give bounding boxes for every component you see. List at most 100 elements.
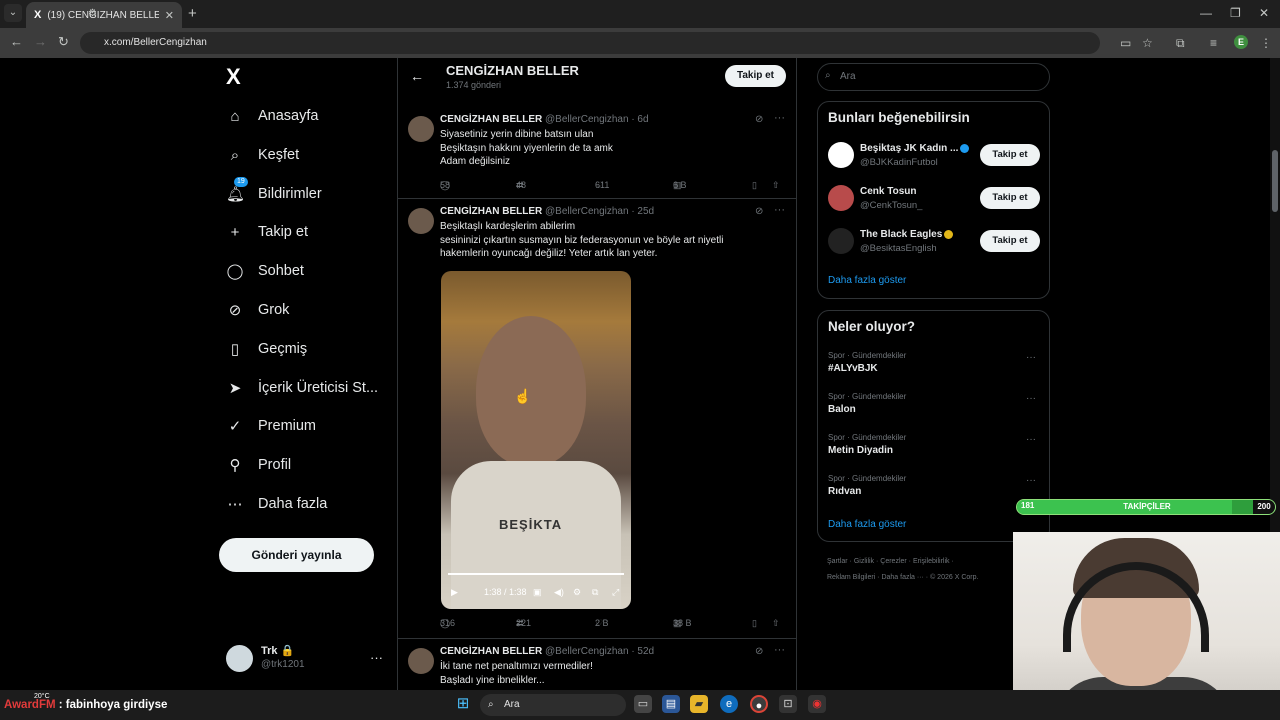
- account-more-icon[interactable]: ···: [370, 650, 383, 665]
- footer-line[interactable]: Reklam Bilgileri · Daha fazla ··· · © 20…: [827, 570, 1007, 586]
- x-logo-icon[interactable]: X: [226, 64, 241, 90]
- avatar[interactable]: [828, 142, 854, 168]
- trend-name[interactable]: Rıdvan: [828, 486, 861, 497]
- bookmark-icon[interactable]: ▯: [752, 618, 757, 629]
- tweet-more-icon[interactable]: ···: [774, 204, 785, 216]
- grok-icon[interactable]: ⊘: [755, 206, 763, 217]
- teams-icon[interactable]: ▤: [662, 695, 680, 713]
- close-tab-icon[interactable]: ✕: [165, 9, 174, 22]
- nav-item[interactable]: ⋯ Daha fazla: [226, 491, 328, 517]
- nav-item[interactable]: ⌕ Keşfet: [226, 142, 299, 168]
- tweet[interactable]: CENGİZHAN BELLER @BellerCengizhan · 25d …: [398, 200, 796, 639]
- back-icon[interactable]: ←: [10, 34, 23, 49]
- cast-icon[interactable]: ▭: [1120, 36, 1131, 50]
- fullscreen-icon[interactable]: ⤢: [612, 587, 619, 598]
- nav-item[interactable]: ◯ Sohbet: [226, 258, 304, 284]
- nav-item[interactable]: ➤ İçerik Üreticisi St...: [226, 375, 378, 401]
- avatar: [226, 645, 253, 672]
- chrome-icon[interactable]: ●: [750, 695, 768, 713]
- taskbar-search[interactable]: Ara: [480, 694, 626, 716]
- avatar[interactable]: [408, 648, 434, 674]
- account-switcher[interactable]: Trk 🔒 @trk1201 ···: [226, 644, 386, 674]
- windows-start-icon[interactable]: ⊞: [454, 695, 472, 713]
- trend-name[interactable]: Balon: [828, 404, 856, 415]
- reading-list-icon[interactable]: ≡: [1210, 36, 1217, 50]
- nav-item[interactable]: ⊘ Grok: [226, 297, 290, 323]
- store-icon[interactable]: ⊡: [779, 695, 797, 713]
- video-progress-bar[interactable]: [448, 573, 624, 575]
- show-more-link[interactable]: Daha fazla göster: [828, 275, 906, 286]
- volume-icon[interactable]: ◀): [554, 587, 564, 598]
- nav-item[interactable]: 🔔︎ 19 Bildirimler: [226, 177, 322, 207]
- site-info-icon[interactable]: ⚙: [88, 8, 97, 19]
- nav-item[interactable]: ⚲ Profil: [226, 452, 292, 478]
- avatar[interactable]: [408, 208, 434, 234]
- trend-more-icon[interactable]: ···: [1026, 434, 1036, 445]
- reload-icon[interactable]: ↻: [58, 34, 69, 50]
- new-tab-button[interactable]: +: [188, 5, 197, 22]
- close-window-icon[interactable]: ✕: [1259, 6, 1269, 20]
- follow-button[interactable]: Takip et: [980, 144, 1040, 166]
- nav-item[interactable]: ⌂ Anasayfa: [226, 103, 318, 129]
- tweet-author-name[interactable]: CENGİZHAN BELLER: [440, 114, 542, 125]
- follow-button[interactable]: Takip et: [980, 230, 1040, 252]
- browser-tab[interactable]: X (19) CENGİZHAN BELLER (@Be ✕: [26, 2, 182, 28]
- tweet[interactable]: CENGİZHAN BELLER @BellerCengizhan · 6d ⊘…: [398, 108, 796, 199]
- tweet-author-handle[interactable]: @BellerCengizhan · 6d: [545, 114, 649, 125]
- play-icon[interactable]: ▶: [451, 587, 458, 598]
- follow-button[interactable]: Takip et: [725, 65, 786, 87]
- avatar[interactable]: [828, 228, 854, 254]
- forward-icon[interactable]: →: [34, 34, 47, 49]
- suggestion-name[interactable]: Beşiktaş JK Kadın ...: [860, 143, 970, 154]
- trend-more-icon[interactable]: ···: [1026, 352, 1036, 363]
- post-button[interactable]: Gönderi yayınla: [219, 538, 374, 572]
- tweet-more-icon[interactable]: ···: [774, 112, 785, 124]
- bookmark-icon[interactable]: ▯: [752, 180, 757, 191]
- nav-item[interactable]: ▯ Geçmiş: [226, 336, 307, 362]
- avatar[interactable]: [828, 185, 854, 211]
- task-view-icon[interactable]: ▭: [634, 695, 652, 713]
- maximize-icon[interactable]: ❐: [1230, 6, 1241, 20]
- browser-profile-avatar[interactable]: E: [1234, 35, 1248, 49]
- trend-name[interactable]: Metin Diyadin: [828, 445, 893, 456]
- menu-kebab-icon[interactable]: ⋮: [1260, 36, 1272, 50]
- follower-goal-bar: 181 TAKİPÇİLER 200: [1016, 499, 1276, 515]
- tweet-author-name[interactable]: CENGİZHAN BELLER: [440, 646, 542, 657]
- trend-name[interactable]: #ALYvBJK: [828, 363, 878, 374]
- tweet[interactable]: CENGİZHAN BELLER @BellerCengizhan · 52d …: [398, 640, 796, 690]
- show-more-link[interactable]: Daha fazla göster: [828, 519, 906, 530]
- nav-item[interactable]: ✓ Premium: [226, 413, 316, 439]
- share-icon[interactable]: ⇧: [772, 180, 780, 191]
- file-explorer-icon[interactable]: ▰: [690, 695, 708, 713]
- app-icon[interactable]: ◉: [808, 695, 826, 713]
- tweet-author-handle[interactable]: @BellerCengizhan · 52d: [545, 646, 654, 657]
- url-field[interactable]: x.com/BellerCengizhan: [80, 32, 1100, 54]
- footer-line[interactable]: Şartlar · Gizlilik · Çerezler · Erişileb…: [827, 554, 1007, 570]
- tweet-more-icon[interactable]: ···: [774, 644, 785, 656]
- search-input[interactable]: Ara: [817, 63, 1050, 91]
- suggestion-name[interactable]: The Black Eagles: [860, 229, 954, 240]
- trend-more-icon[interactable]: ···: [1026, 393, 1036, 404]
- scrollbar-thumb[interactable]: [1272, 150, 1278, 212]
- minimize-icon[interactable]: —: [1200, 6, 1212, 20]
- settings-icon[interactable]: ⚙: [573, 587, 581, 598]
- avatar[interactable]: [408, 116, 434, 142]
- grok-icon[interactable]: ⊘: [755, 114, 763, 125]
- pip-icon[interactable]: ⧉: [592, 587, 598, 598]
- nav-item[interactable]: + Takip et: [226, 219, 308, 245]
- follow-button[interactable]: Takip et: [980, 187, 1040, 209]
- nav-label: Bildirimler: [258, 186, 322, 202]
- trend-more-icon[interactable]: ···: [1026, 475, 1036, 486]
- tweet-author-handle[interactable]: @BellerCengizhan · 25d: [545, 206, 654, 217]
- share-icon[interactable]: ⇧: [772, 618, 780, 629]
- grok-icon[interactable]: ⊘: [755, 646, 763, 657]
- edge-icon[interactable]: e: [720, 695, 738, 713]
- extensions-icon[interactable]: ⧉: [1176, 36, 1185, 51]
- tweet-author-name[interactable]: CENGİZHAN BELLER: [440, 206, 542, 217]
- tweet-video[interactable]: BEŞİKTA ▶ 1:38 / 1:38 ▣ ◀) ⚙ ⧉ ⤢: [441, 271, 631, 609]
- back-arrow-icon[interactable]: ←: [410, 68, 424, 84]
- suggestion-name[interactable]: Cenk Tosun: [860, 186, 916, 197]
- bookmark-star-icon[interactable]: ☆: [1142, 36, 1153, 50]
- tab-list-button[interactable]: ⌄: [4, 4, 22, 22]
- captions-icon[interactable]: ▣: [533, 587, 542, 598]
